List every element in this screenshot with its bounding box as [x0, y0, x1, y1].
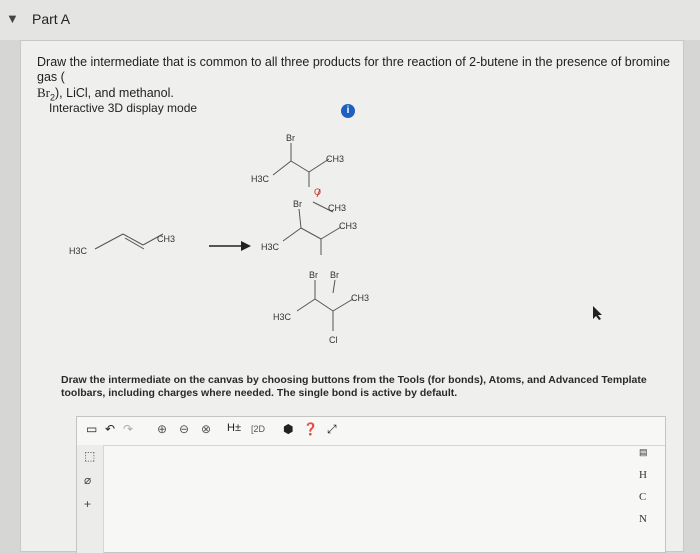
select-tool-icon[interactable]: ⬚ [84, 449, 95, 463]
info-icon[interactable]: i [341, 104, 355, 118]
charge-tool-icon[interactable]: + [84, 497, 91, 511]
zoom-reset-icon[interactable]: ⊗ [201, 422, 211, 436]
product-bottom-br2: Br [330, 270, 339, 280]
display-mode-label[interactable]: Interactive 3D display mode [49, 101, 197, 115]
product-bottom-cl: Cl [329, 335, 338, 345]
reaction-scheme: H3C CH3 Br CH3 H3C O Br CH3 CH3 H3C Br B… [69, 133, 369, 345]
part-title: Part A [32, 11, 71, 27]
question-card: Draw the intermediate that is common to … [20, 40, 684, 553]
product-top-h3c: H3C [251, 174, 270, 184]
product-top [272, 143, 334, 213]
product-top-ch3: CH3 [326, 154, 344, 164]
zoom-out-icon[interactable]: ⊖ [179, 422, 189, 436]
atom-c-button[interactable]: C [639, 491, 646, 503]
reaction-arrow-icon [209, 241, 251, 251]
fullscreen-icon[interactable]: ⤢ [327, 422, 337, 437]
atom-n-button[interactable]: N [639, 513, 647, 525]
product-bottom-ch3: CH3 [351, 293, 369, 303]
atom-h-button[interactable]: H [639, 469, 647, 481]
product-bottom-br1: Br [309, 270, 318, 280]
new-document-icon[interactable]: ▭ [86, 422, 97, 436]
product-mid-h3c: H3C [261, 242, 280, 252]
question-text: Draw the intermediate that is common to … [37, 55, 670, 103]
product-mid-ch3: CH3 [339, 221, 357, 231]
redo-icon[interactable]: ↷ [123, 422, 133, 436]
settings-icon[interactable]: ⬢ [283, 422, 293, 436]
product-bottom [296, 279, 354, 331]
mouse-cursor-icon [593, 306, 602, 320]
periodic-table-icon[interactable]: ▤ [639, 447, 648, 458]
part-header[interactable]: ▼ Part A [0, 0, 700, 40]
bond-tools: ⬚ ⌀ + [77, 445, 104, 553]
editor-toolbar: ▭ ↶ ↷ ⊕ ⊖ ⊗ H± [2D ⬢ ❓ ⤢ [77, 417, 665, 446]
undo-icon[interactable]: ↶ [105, 422, 115, 436]
reactant-right-group: CH3 [157, 234, 175, 244]
reactant-left-group: H3C [69, 246, 88, 256]
product-mid-ch3-top: CH3 [328, 203, 346, 213]
molecule-editor[interactable]: ▭ ↶ ↷ ⊕ ⊖ ⊗ H± [2D ⬢ ❓ ⤢ ⬚ ⌀ + ▤ H C N [76, 416, 666, 553]
template-2d-button[interactable]: [2D [251, 424, 265, 434]
product-mid-br: Br [293, 199, 302, 209]
product-bottom-h3c: H3C [273, 312, 292, 322]
zoom-in-icon[interactable]: ⊕ [157, 422, 167, 436]
drawing-instructions: Draw the intermediate on the canvas by c… [61, 374, 647, 399]
reactant-2-butene [94, 233, 164, 250]
collapse-chevron-icon[interactable]: ▼ [6, 11, 19, 26]
atoms-toolbar: ▤ H C N [615, 445, 665, 553]
product-top-br: Br [286, 133, 295, 143]
product-top-o: O [314, 187, 321, 197]
help-icon[interactable]: ❓ [303, 422, 318, 436]
eraser-tool-icon[interactable]: ⌀ [84, 473, 91, 487]
formula-br: Br [37, 85, 50, 100]
product-middle [282, 208, 342, 255]
explicit-hydrogens-button[interactable]: H± [227, 422, 241, 434]
